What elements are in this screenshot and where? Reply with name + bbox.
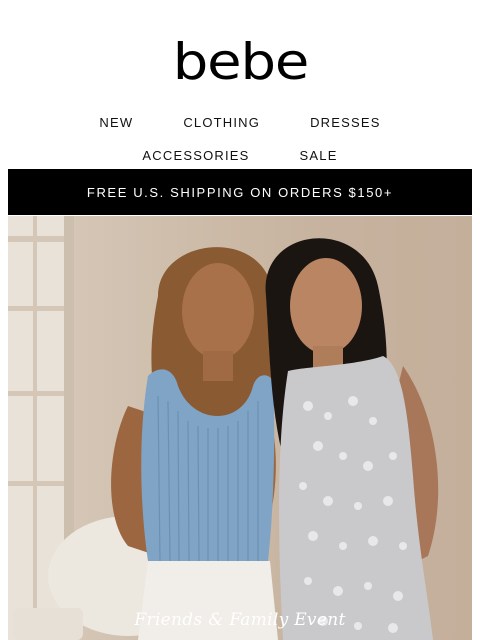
nav-link-sale[interactable]: SALE — [300, 148, 338, 164]
brand-logo: bebe — [172, 33, 309, 91]
free-shipping-banner[interactable]: FREE U.S. SHIPPING ON ORDERS $150+ — [8, 169, 472, 215]
free-shipping-text: FREE U.S. SHIPPING ON ORDERS $150+ — [86, 184, 394, 200]
logo-link[interactable]: bebe — [0, 33, 480, 91]
nav-link-new[interactable]: NEW — [99, 115, 133, 131]
face-right — [290, 258, 362, 354]
nav-primary: NEW CLOTHING DRESSES — [0, 115, 480, 131]
window-frame — [33, 216, 37, 640]
nav-secondary: ACCESSORIES SALE — [0, 148, 480, 164]
hero-banner[interactable]: Friends & Family Event — [8, 216, 472, 640]
nav-link-clothing[interactable]: CLOTHING — [183, 115, 260, 131]
hero-image — [8, 216, 439, 640]
hero-caption: Friends & Family Event — [134, 610, 346, 630]
face-left — [182, 263, 254, 359]
nav-link-accessories[interactable]: ACCESSORIES — [142, 148, 249, 164]
nav-link-dresses[interactable]: DRESSES — [310, 115, 381, 131]
neck-left — [203, 351, 233, 381]
